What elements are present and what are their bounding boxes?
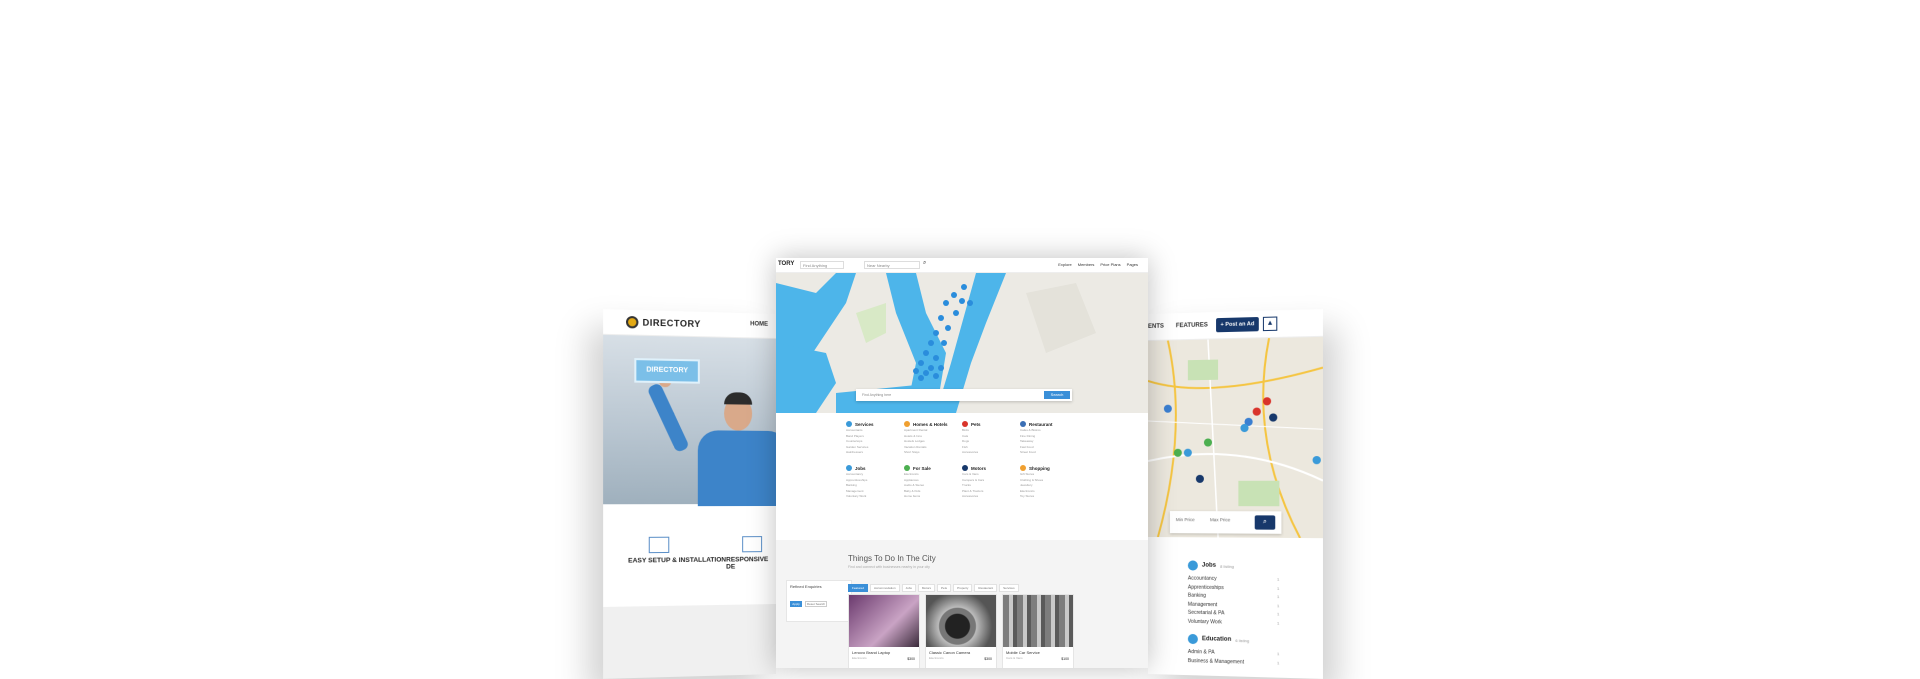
pets-icon [962,421,968,427]
right-map[interactable]: Min Price Max Price ⌕ [1148,336,1323,539]
feature-setup: EASY SETUP & INSTALLATION [628,556,727,565]
search-icon[interactable]: ⌕ [923,260,926,267]
what-input[interactable]: Find Anything [800,261,844,269]
menu-item[interactable]: Members [1078,262,1095,267]
reset-button[interactable]: Reset Search [805,601,827,607]
person-body [697,430,776,507]
tab-featured[interactable]: Featured [848,584,869,592]
person-hair [724,392,753,405]
map-search-bar: Find Anything here Search [856,389,1072,401]
tab-restaurant[interactable]: Restaurant [974,584,998,592]
logo-icon [626,315,639,329]
nav-agents-link[interactable]: ENTS [1148,324,1164,330]
price-search-box: Min Price Max Price ⌕ [1169,511,1282,534]
education-title: Education [1201,636,1232,643]
listing-price: $100 [1061,657,1069,661]
listing-price: $300 [984,657,992,661]
tab-jobs[interactable]: Jobs [901,584,916,592]
menu-item[interactable]: Pages [1127,262,1138,267]
homes-icon [904,421,910,427]
listing-title: Mobile Car Service [1006,650,1040,655]
nav-home-link[interactable]: HOME [750,321,768,327]
right-page-preview: ENTS FEATURES + Post an Ad ▲ Min Price M… [1148,309,1323,679]
services-icon [846,421,852,427]
tab-motors[interactable]: Motors [917,584,936,592]
hero-image: DIRECTORY [603,334,776,507]
listing-title: Classic Canon Camera [929,650,971,655]
search-icon[interactable]: ⌕ [1254,515,1276,530]
min-price-input[interactable]: Min Price [1176,517,1195,522]
refine-sidebar: Refined Enquiries Apply Reset Search [786,580,852,622]
restaurant-icon [1020,421,1026,427]
hero-badge: DIRECTORY [634,358,700,384]
post-ad-button[interactable]: + Post an Ad [1216,316,1259,333]
shopping-icon [1020,465,1026,471]
right-header: ENTS FEATURES + Post an Ad ▲ [1148,309,1323,341]
tab-accommodation[interactable]: Accommodation [870,584,900,592]
tab-pets[interactable]: Pets [937,584,952,592]
listing-image [926,595,996,647]
education-icon [1187,633,1198,645]
listing-card[interactable]: Lenovo Brand Laptop Electronics $300 [848,594,920,668]
center-brand: TORY [778,261,795,267]
category-pets[interactable]: Pets Birds Cats Dogs Fish Accessories [962,420,1018,456]
left-brand: DIRECTORY [642,317,701,330]
right-map-roads [1148,336,1323,539]
category-list: Jobs 8 listing Accountancy 1 Apprenticesh… [1187,560,1280,668]
category-shopping[interactable]: Shopping Gift Stores Clothing & Shoes Je… [1020,464,1076,500]
motors-icon [962,465,968,471]
menu-item[interactable]: Price Plans [1100,262,1120,267]
tab-property[interactable]: Property [953,584,973,592]
listing-title: Lenovo Brand Laptop [852,650,891,655]
center-header: TORY Find Anything Near Nearby ⌕ Explore… [776,258,1148,273]
listing-price: $300 [907,657,915,661]
listing-image [849,595,919,647]
where-input[interactable]: Near Nearby [864,261,920,269]
category-services[interactable]: Services Accountants Band Players Counte… [846,420,902,456]
education-count: 6 listing [1235,637,1250,643]
left-page-preview: DIRECTORY HOME DIRECTORY EASY SETUP & IN… [603,309,776,679]
left-bottom-band [603,604,776,679]
user-icon[interactable]: ▲ [1262,316,1278,332]
things-subtitle: Find and connect with businesses nearby … [848,565,930,569]
category-for-sale[interactable]: For Sale Electronics Appliances Audio & … [904,464,960,500]
category-homes[interactable]: Homes & Hotels Apartment Rental Hotels &… [904,420,960,456]
feature-responsive: RESPONSIVE DE [726,556,769,571]
jobs-icon [1187,560,1198,571]
responsive-icon [742,536,763,553]
center-page-preview: TORY Find Anything Near Nearby ⌕ Explore… [776,258,1148,668]
menu-item[interactable]: Explore [1058,262,1072,267]
map-search-button[interactable]: Search [1044,391,1070,399]
for-sale-icon [904,465,910,471]
listing-tabs: Featured Accommodation Jobs Motors Pets … [848,584,1019,592]
category-motors[interactable]: Motors Cars & Vans Campers & Cars Trucks… [962,464,1018,500]
max-price-input[interactable]: Max Price [1210,517,1230,522]
install-icon [648,536,670,554]
list-item[interactable]: Business & Management 1 [1188,657,1280,668]
nav-features-link[interactable]: FEATURES [1176,322,1208,329]
map-search-input[interactable]: Find Anything here [862,393,891,397]
apply-button[interactable]: Apply [790,601,802,607]
center-map[interactable]: Find Anything here Search [776,273,1148,413]
person-arm [646,382,690,454]
jobs-count: 8 listing [1220,563,1234,569]
listing-card[interactable]: Classic Canon Camera Electronics $300 [925,594,997,668]
category-restaurant[interactable]: Restaurant Cafes & Bistros Fine Dining T… [1020,420,1076,456]
category-jobs[interactable]: Jobs Accountancy Apprenticeships Banking… [846,464,902,500]
listing-image [1003,595,1073,647]
jobs-icon [846,465,852,471]
jobs-title: Jobs [1201,562,1217,569]
main-menu: Explore Members Price Plans Pages [1058,262,1138,267]
listing-card[interactable]: Mobile Car Service Cars & Vans $100 [1002,594,1074,668]
things-title: Things To Do In The City [848,554,936,563]
sidebar-title: Refined Enquiries [790,584,822,589]
tab-services[interactable]: Services [999,584,1019,592]
